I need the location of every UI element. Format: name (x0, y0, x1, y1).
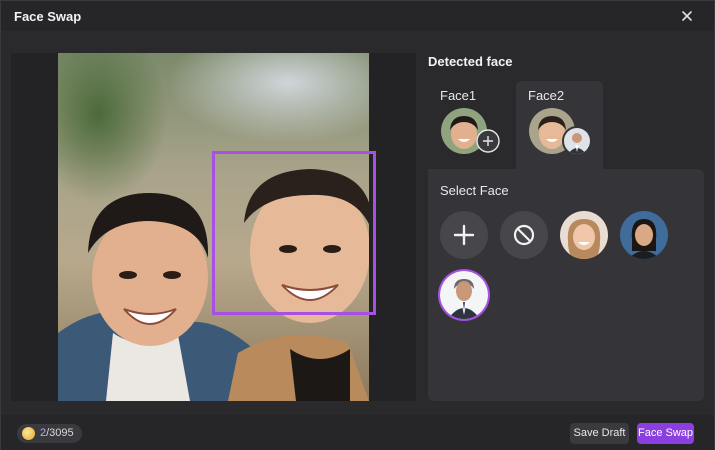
ban-icon (513, 224, 535, 246)
face2-label: Face2 (528, 88, 565, 103)
face1-label: Face1 (440, 88, 477, 103)
tab-face1[interactable]: Face1 (428, 81, 515, 169)
add-face-icon[interactable] (476, 129, 500, 153)
footer-bar: 2/3095 Save Draft Face Swap (1, 415, 714, 450)
face-swap-button[interactable]: Face Swap (637, 423, 694, 444)
preset-face-woman-office[interactable] (620, 211, 668, 259)
photo-preview (11, 53, 416, 401)
select-face-panel: Select Face (428, 169, 704, 401)
coin-icon (22, 427, 35, 440)
selected-replacement-avatar (562, 126, 592, 156)
dialog-title: Face Swap (14, 9, 82, 24)
tab-face2[interactable]: Face2 (516, 81, 603, 169)
no-face-button[interactable] (500, 211, 548, 259)
save-draft-button[interactable]: Save Draft (570, 423, 629, 444)
face-detection-box[interactable] (212, 151, 376, 315)
plus-icon (453, 224, 475, 246)
credits-badge: 2/3095 (17, 424, 82, 443)
add-face-button[interactable] (440, 211, 488, 259)
face-swap-dialog: Face Swap Detected face Face1 Face2 Sele… (0, 0, 715, 450)
preset-face-man-suit[interactable] (440, 271, 488, 319)
select-face-title: Select Face (440, 183, 509, 198)
preset-face-woman-smiling[interactable] (560, 211, 608, 259)
titlebar: Face Swap (1, 1, 714, 31)
close-icon[interactable] (677, 6, 697, 26)
detected-face-panel: Detected face Face1 Face2 Select Face (428, 53, 704, 401)
credits-total: /3095 (46, 427, 74, 439)
detected-face-title: Detected face (428, 54, 513, 69)
